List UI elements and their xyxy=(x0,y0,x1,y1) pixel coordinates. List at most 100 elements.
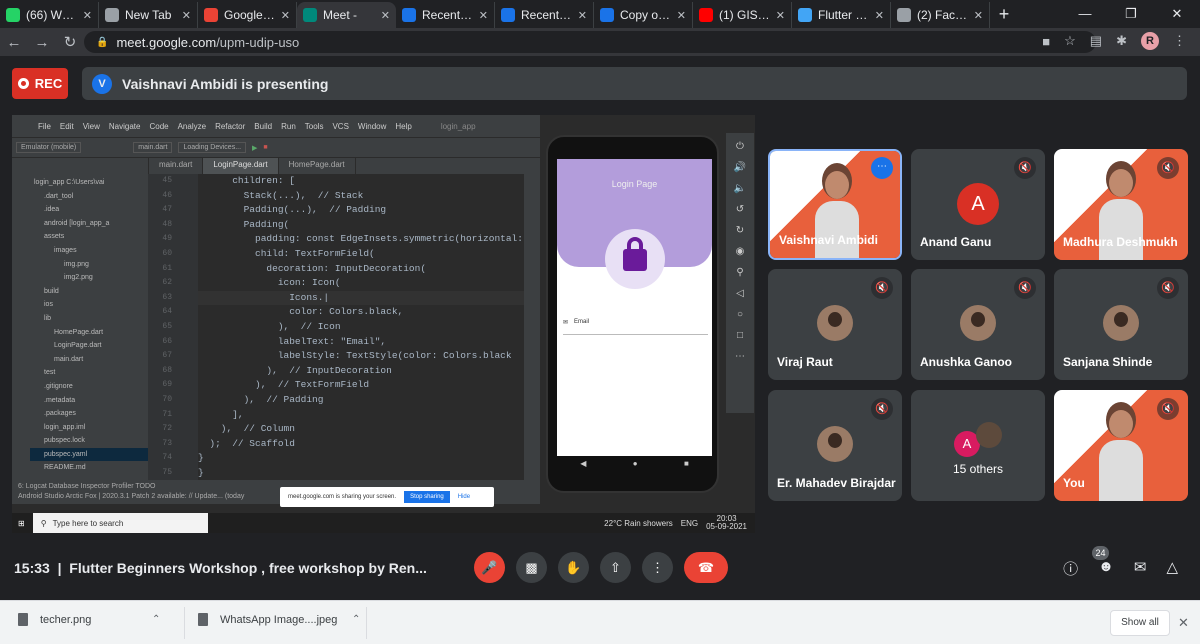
ide-menu-item[interactable]: Analyze xyxy=(178,122,206,131)
chevron-up-icon[interactable]: ⌃ xyxy=(152,614,160,625)
tree-item[interactable]: img.png xyxy=(30,258,148,272)
ide-menu-item[interactable]: File xyxy=(38,122,51,131)
phone-screen[interactable]: Login Page ✉ Email xyxy=(557,159,712,456)
close-icon[interactable]: ✕ xyxy=(1178,615,1189,631)
participant-tile[interactable]: 🔇 You xyxy=(1054,390,1188,501)
tree-item[interactable]: pubspec.lock xyxy=(30,434,148,448)
tree-item[interactable]: images xyxy=(30,244,148,258)
new-tab-icon[interactable]: + xyxy=(990,2,1018,28)
present-button[interactable]: ⇧ xyxy=(600,552,631,583)
recording-badge[interactable]: REC xyxy=(12,68,68,99)
tree-item[interactable]: test xyxy=(30,366,148,380)
browser-tab[interactable]: Recent desi ✕ xyxy=(495,2,594,28)
ide-menu-item[interactable]: Code xyxy=(149,122,168,131)
tree-item[interactable]: assets xyxy=(30,230,148,244)
phone-back-icon[interactable]: ◀ xyxy=(580,459,586,475)
tree-item[interactable]: .packages xyxy=(30,407,148,421)
leave-call-button[interactable]: ☎ xyxy=(684,552,728,583)
close-tab-icon[interactable]: ✕ xyxy=(381,9,390,22)
ide-menu-item[interactable]: Help xyxy=(395,122,411,131)
power-icon[interactable]: ⏻ xyxy=(736,141,744,152)
restore-icon[interactable]: ❐ xyxy=(1108,0,1154,28)
browser-tab[interactable]: Google Me ✕ xyxy=(198,2,297,28)
rotate-right-icon[interactable]: ↻ xyxy=(736,225,744,236)
show-all-button[interactable]: Show all xyxy=(1110,610,1170,636)
people-icon[interactable]: ☻ xyxy=(1098,558,1114,579)
hide-button[interactable]: Hide xyxy=(458,494,470,500)
ide-menu-item[interactable]: View xyxy=(83,122,100,131)
participant-tile[interactable]: 🔇 Sanjana Shinde xyxy=(1054,269,1188,380)
participant-tile[interactable]: 🔇 Viraj Raut xyxy=(768,269,902,380)
ide-menu-item[interactable]: Window xyxy=(358,122,386,131)
participant-tile[interactable]: A 🔇 Anand Ganu xyxy=(911,149,1045,260)
run-icon[interactable]: ▶ xyxy=(252,144,257,152)
tree-item[interactable]: android [login_app_a xyxy=(30,217,148,231)
screenshot-icon[interactable]: ◉ xyxy=(736,246,745,257)
tree-item[interactable]: img2.png xyxy=(30,271,148,285)
run-config-select[interactable]: main.dart xyxy=(133,142,173,153)
browser-tab[interactable]: New Tab ✕ xyxy=(99,2,198,28)
participant-tile[interactable]: 🔇 Anushka Ganoo xyxy=(911,269,1045,380)
more-options-button[interactable]: ⋮ xyxy=(642,552,673,583)
participant-tile[interactable]: ⋯ Vaishnavi Ambidi xyxy=(768,149,902,260)
tree-item[interactable]: .idea xyxy=(30,203,148,217)
camera-icon[interactable]: ■ xyxy=(1042,34,1050,49)
minimize-icon[interactable]: — xyxy=(1062,0,1108,28)
chevron-up-icon[interactable]: ⌃ xyxy=(352,614,360,625)
profile-avatar[interactable]: R xyxy=(1141,32,1159,50)
more-icon[interactable]: ⋯ xyxy=(735,351,745,362)
mic-off-button[interactable]: 🎤 xyxy=(474,552,505,583)
devices-select[interactable]: Loading Devices... xyxy=(178,142,247,153)
browser-tab[interactable]: Recent desi ✕ xyxy=(396,2,495,28)
overview-square-icon[interactable]: □ xyxy=(737,330,743,341)
omnibox[interactable]: 🔒 meet.google.com/upm-udip-uso xyxy=(84,31,1096,53)
tree-item[interactable]: pubspec.yaml xyxy=(30,447,148,462)
ide-menu-item[interactable]: Tools xyxy=(305,122,324,131)
raise-hand-button[interactable]: ✋ xyxy=(558,552,589,583)
tree-item[interactable]: LoginPage.dart xyxy=(30,339,148,353)
participant-tile[interactable]: A 15 others xyxy=(911,390,1045,501)
tree-item[interactable]: README.md xyxy=(30,461,148,475)
phone-recents-icon[interactable]: ■ xyxy=(684,459,689,475)
ide-menu-item[interactable]: VCS xyxy=(332,122,348,131)
tree-item[interactable]: login_app C:\Users\vai xyxy=(30,176,148,190)
close-tab-icon[interactable]: ✕ xyxy=(182,9,191,22)
more-options-icon[interactable]: ⋯ xyxy=(871,157,893,179)
close-tab-icon[interactable]: ✕ xyxy=(974,9,983,22)
menu-dots-icon[interactable]: ⋮ xyxy=(1173,33,1186,49)
tree-item[interactable]: build xyxy=(30,285,148,299)
bookmark-star-icon[interactable]: ☆ xyxy=(1064,33,1076,49)
ide-menu-item[interactable]: Build xyxy=(254,122,272,131)
stop-icon[interactable]: ■ xyxy=(263,144,267,151)
tree-item[interactable]: main.dart xyxy=(30,353,148,367)
close-tab-icon[interactable]: ✕ xyxy=(677,9,686,22)
close-tab-icon[interactable]: ✕ xyxy=(578,9,587,22)
home-circle-icon[interactable]: ○ xyxy=(737,309,743,320)
tree-item[interactable]: ios xyxy=(30,298,148,312)
zoom-icon[interactable]: ⚲ xyxy=(736,267,743,278)
browser-tab[interactable]: Meet - ✕ xyxy=(297,2,396,28)
rotate-left-icon[interactable]: ↺ xyxy=(736,204,744,215)
browser-tab[interactable]: Flutter | Ad ✕ xyxy=(792,2,891,28)
back-icon[interactable]: ← xyxy=(0,34,28,51)
tree-item[interactable]: lib xyxy=(30,312,148,326)
email-field[interactable]: ✉ Email xyxy=(563,319,708,335)
download-item[interactable]: techer.png ⌃ xyxy=(18,613,160,626)
device-select[interactable]: Emulator (mobile) xyxy=(16,142,82,153)
participant-tile[interactable]: 🔇 Er. Mahadev Birajdar xyxy=(768,390,902,501)
document-icon[interactable]: ▤ xyxy=(1090,33,1102,49)
reload-icon[interactable]: ↻ xyxy=(56,33,84,51)
close-tab-icon[interactable]: ✕ xyxy=(479,9,488,22)
windows-start-icon[interactable]: ⊞ xyxy=(18,519,25,528)
close-window-icon[interactable]: ✕ xyxy=(1154,0,1200,28)
tree-item[interactable]: .dart_tool xyxy=(30,190,148,204)
info-icon[interactable]: ⓘ xyxy=(1063,558,1078,579)
phone-home-icon[interactable]: ● xyxy=(633,459,638,475)
tree-item[interactable]: .metadata xyxy=(30,394,148,408)
chat-icon[interactable]: ✉ xyxy=(1134,558,1147,579)
extensions-icon[interactable]: ✱ xyxy=(1116,33,1127,49)
editor-tab[interactable]: HomePage.dart xyxy=(279,158,356,174)
editor-tab[interactable]: main.dart xyxy=(149,158,204,174)
forward-icon[interactable]: → xyxy=(28,34,56,51)
download-item[interactable]: WhatsApp Image....jpeg ⌃ xyxy=(198,613,360,626)
